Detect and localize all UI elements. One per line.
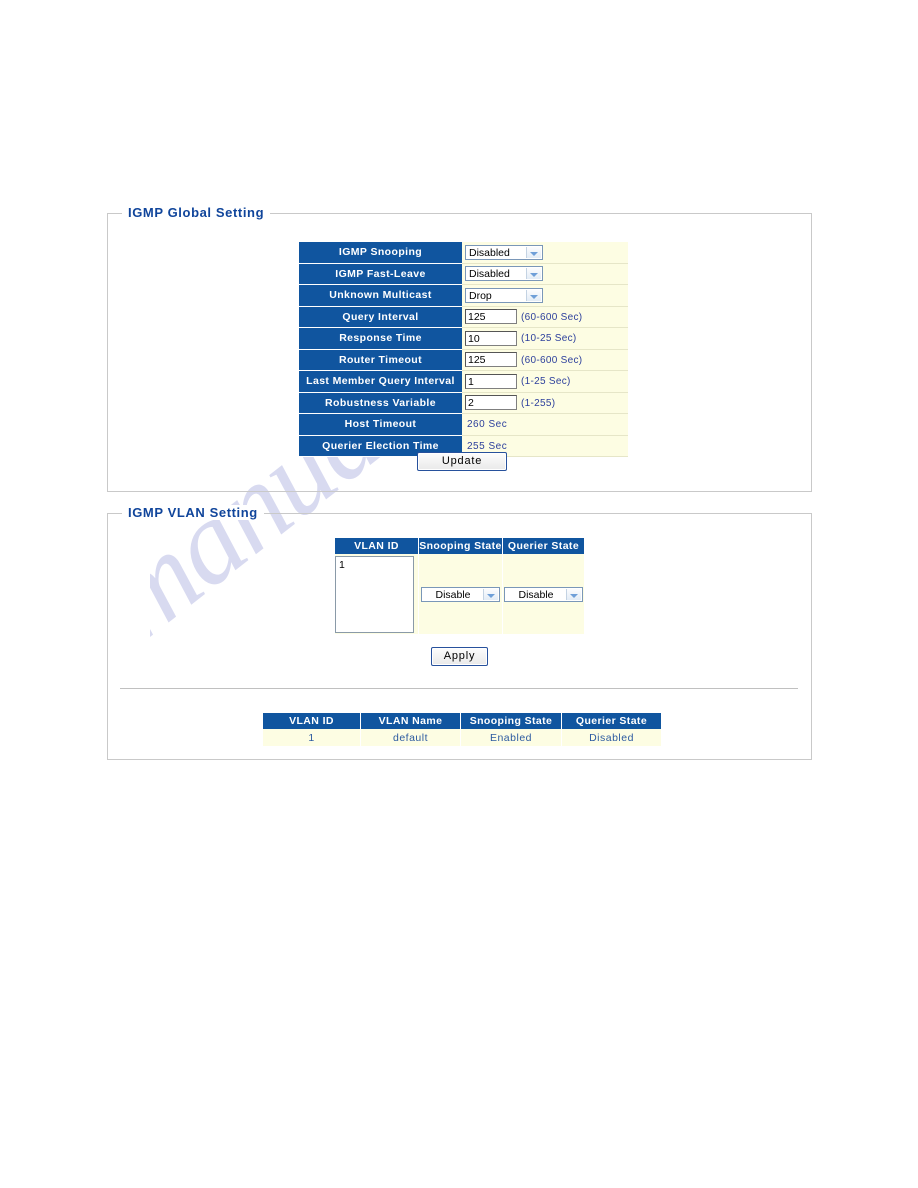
table-row: IGMP Snooping Disabled <box>299 242 628 264</box>
table-row: Host Timeout 260 Sec <box>299 413 628 436</box>
query-interval-input[interactable]: 125 <box>465 309 517 325</box>
column-header-querier-state: Querier State <box>561 713 661 729</box>
response-time-input[interactable]: 10 <box>465 330 517 346</box>
row-label-host-timeout: Host Timeout <box>299 413 462 436</box>
igmp-fast-leave-select[interactable]: Disabled <box>465 266 543 282</box>
column-header-snooping-state: Snooping State <box>460 713 562 729</box>
vlan-id-cell: 1 <box>335 554 419 634</box>
column-header-snooping-state: Snooping State <box>418 538 503 554</box>
row-label-router-timeout: Router Timeout <box>299 349 462 371</box>
table-row: Robustness Variable 2 (1-255) <box>299 392 628 414</box>
response-time-hint: (10-25 Sec) <box>521 333 577 345</box>
table-row: Last Member Query Interval 1 (1-25 Sec) <box>299 370 628 393</box>
row-value-robustness-variable: 2 (1-255) <box>462 392 628 414</box>
router-timeout-input[interactable]: 125 <box>465 352 517 368</box>
chevron-down-icon <box>526 246 541 258</box>
row-value-query-interval: 125 (60-600 Sec) <box>462 306 628 328</box>
table-row: Response Time 10 (10-25 Sec) <box>299 327 628 350</box>
row-value-last-member-query-interval: 1 (1-25 Sec) <box>462 370 628 393</box>
column-header-querier-state: Querier State <box>502 538 584 554</box>
igmp-snooping-select[interactable]: Disabled <box>465 244 543 260</box>
igmp-vlan-setting-table: VLAN ID Snooping State Querier State 1 D… <box>335 538 584 634</box>
snooping-state-select-value: Disable <box>435 588 471 601</box>
row-label-robustness-variable: Robustness Variable <box>299 392 462 414</box>
column-header-vlan-id: VLAN ID <box>263 713 361 729</box>
last-member-query-interval-hint: (1-25 Sec) <box>521 376 571 388</box>
igmp-vlan-result-table: VLAN ID VLAN Name Snooping State Querier… <box>263 713 661 746</box>
snooping-state-select[interactable]: Disable <box>421 586 500 602</box>
query-interval-hint: (60-600 Sec) <box>521 311 583 323</box>
table-row: 1 default Enabled Disabled <box>263 729 661 746</box>
unknown-multicast-select[interactable]: Drop <box>465 287 543 303</box>
last-member-query-interval-input[interactable]: 1 <box>465 373 517 389</box>
row-label-igmp-snooping: IGMP Snooping <box>299 242 462 264</box>
table-row: Router Timeout 125 (60-600 Sec) <box>299 349 628 371</box>
row-value-igmp-snooping: Disabled <box>462 242 628 264</box>
row-value-response-time: 10 (10-25 Sec) <box>462 327 628 350</box>
igmp-snooping-select-value: Disabled <box>469 246 510 259</box>
igmp-global-setting-legend: IGMP Global Setting <box>122 205 271 220</box>
row-value-host-timeout: 260 Sec <box>462 413 628 436</box>
column-header-vlan-name: VLAN Name <box>360 713 461 729</box>
apply-button[interactable]: Apply <box>431 647 488 666</box>
update-button[interactable]: Update <box>417 452 507 471</box>
querier-election-time-value: 255 Sec <box>467 440 508 452</box>
host-timeout-value: 260 Sec <box>467 419 508 431</box>
chevron-down-icon <box>483 588 498 600</box>
router-timeout-hint: (60-600 Sec) <box>521 354 583 366</box>
table-row: IGMP Fast-Leave Disabled <box>299 263 628 285</box>
table-row: 1 Disable Disable <box>335 554 584 634</box>
querier-state-cell: Disable <box>502 554 584 634</box>
vlan-id-listbox[interactable]: 1 <box>335 555 414 633</box>
result-snooping-state: Enabled <box>460 729 562 746</box>
unknown-multicast-select-value: Drop <box>469 289 492 302</box>
table-row: Unknown Multicast Drop <box>299 284 628 307</box>
row-label-response-time: Response Time <box>299 327 462 350</box>
row-label-last-member-query-interval: Last Member Query Interval <box>299 370 462 393</box>
row-value-router-timeout: 125 (60-600 Sec) <box>462 349 628 371</box>
igmp-global-settings-table: IGMP Snooping Disabled IGMP Fast-Leave D… <box>299 242 628 457</box>
table-header-row: VLAN ID VLAN Name Snooping State Querier… <box>263 713 661 729</box>
chevron-down-icon <box>566 588 581 600</box>
section-divider <box>120 688 798 689</box>
list-item[interactable]: 1 <box>339 559 410 571</box>
table-header-row: VLAN ID Snooping State Querier State <box>335 538 584 554</box>
chevron-down-icon <box>526 289 541 301</box>
column-header-vlan-id: VLAN ID <box>335 538 419 554</box>
result-vlan-id: 1 <box>263 729 361 746</box>
igmp-vlan-setting-legend: IGMP VLAN Setting <box>122 505 264 520</box>
querier-state-select-value: Disable <box>518 588 554 601</box>
row-label-unknown-multicast: Unknown Multicast <box>299 284 462 307</box>
table-row: Query Interval 125 (60-600 Sec) <box>299 306 628 328</box>
row-label-igmp-fast-leave: IGMP Fast-Leave <box>299 263 462 285</box>
row-value-igmp-fast-leave: Disabled <box>462 263 628 285</box>
robustness-variable-input[interactable]: 2 <box>465 395 517 411</box>
querier-state-select[interactable]: Disable <box>504 586 583 602</box>
result-vlan-name: default <box>360 729 461 746</box>
snooping-state-cell: Disable <box>418 554 503 634</box>
row-value-unknown-multicast: Drop <box>462 284 628 307</box>
igmp-fast-leave-select-value: Disabled <box>469 268 510 281</box>
robustness-variable-hint: (1-255) <box>521 397 556 409</box>
row-label-query-interval: Query Interval <box>299 306 462 328</box>
result-querier-state: Disabled <box>561 729 661 746</box>
chevron-down-icon <box>526 268 541 280</box>
